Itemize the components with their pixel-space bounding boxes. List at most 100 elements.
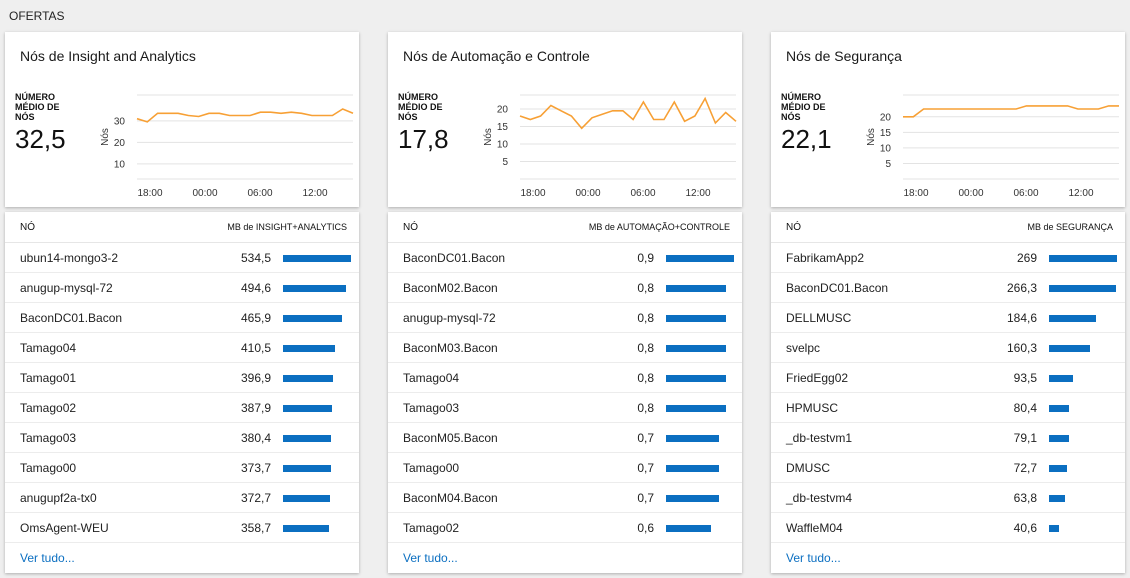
value-bar	[1049, 285, 1116, 292]
table-row[interactable]: Tamago02 0,6	[388, 513, 742, 543]
node-name: _db-testvm1	[786, 431, 853, 445]
table-row[interactable]: _db-testvm1 79,1	[771, 423, 1125, 453]
x-tick-label: 18:00	[137, 188, 162, 199]
table-row[interactable]: HPMUSC 80,4	[771, 393, 1125, 423]
table-row[interactable]: Tamago02 387,9	[5, 393, 359, 423]
x-tick-label: 12:00	[1068, 188, 1093, 199]
table-row[interactable]: FabrikamApp2 269	[771, 243, 1125, 273]
table-row[interactable]: Tamago00 373,7	[5, 453, 359, 483]
node-value: 79,1	[1013, 431, 1037, 445]
node-name: BaconDC01.Bacon	[20, 311, 123, 325]
y-tick-label: 5	[885, 159, 891, 170]
node-name: Tamago03	[20, 431, 77, 445]
y-tick-label: 15	[497, 122, 509, 133]
table-row[interactable]: FriedEgg02 93,5	[771, 363, 1125, 393]
value-bar	[666, 345, 726, 352]
trend-chart: 5 10 15 20 Nós 18:00 00:00 06:00 12:00	[483, 94, 737, 199]
table-row[interactable]: OmsAgent-WEU 358,7	[5, 513, 359, 543]
x-tick-label: 00:00	[192, 188, 217, 199]
y-axis-label: Nós	[483, 128, 494, 146]
node-name: _db-testvm4	[786, 491, 853, 505]
table-row[interactable]: Tamago03 380,4	[5, 423, 359, 453]
table-row[interactable]: BaconDC01.Bacon 266,3	[771, 273, 1125, 303]
table-row[interactable]: svelpc 160,3	[771, 333, 1125, 363]
table-row[interactable]: DELLMUSC 184,6	[771, 303, 1125, 333]
node-name: WaffleM04	[786, 521, 843, 535]
node-value: 0,7	[637, 431, 654, 445]
node-value: 465,9	[240, 311, 271, 325]
nodes-table-card: NÓ MB de SEGURANÇA FabrikamApp2 269 BaconDC0…	[771, 212, 1125, 573]
summary-tile[interactable]: Nós de Segurança NÚMERO MÉDIO DE NÓS 22,1 5…	[771, 32, 1125, 207]
table-row[interactable]: BaconM05.Bacon 0,7	[388, 423, 742, 453]
node-value: 72,7	[1013, 461, 1037, 475]
node-value: 0,8	[637, 281, 654, 295]
table-header: NÓ MB de INSIGHT+ANALYTICS	[5, 212, 359, 243]
x-tick-label: 00:00	[958, 188, 983, 199]
table-row[interactable]: Tamago03 0,8	[388, 393, 742, 423]
column-header-mb: MB de INSIGHT+ANALYTICS	[227, 222, 347, 232]
metric-label: NÚMERO MÉDIO DE NÓS	[398, 92, 443, 122]
node-value: 396,9	[240, 371, 271, 385]
node-value: 40,6	[1013, 521, 1037, 535]
see-all-link[interactable]: Ver tudo...	[786, 551, 841, 565]
summary-tile[interactable]: Nós de Insight and Analytics NÚMERO MÉDIO…	[5, 32, 359, 207]
tile-title: Nós de Automação e Controle	[403, 48, 590, 64]
table-row[interactable]: ubun14-mongo3-2 534,5	[5, 243, 359, 273]
node-name: Tamago00	[403, 461, 460, 475]
tile-title: Nós de Insight and Analytics	[20, 48, 196, 64]
value-bar	[283, 345, 335, 352]
x-tick-label: 18:00	[903, 188, 928, 199]
table-row[interactable]: WaffleM04 40,6	[771, 513, 1125, 543]
table-row[interactable]: BaconDC01.Bacon 0,9	[388, 243, 742, 273]
node-name: Tamago04	[20, 341, 77, 355]
node-value: 0,7	[637, 491, 654, 505]
node-name: Tamago03	[403, 401, 460, 415]
table-row[interactable]: anugup-mysql-72 0,8	[388, 303, 742, 333]
table-row[interactable]: BaconM04.Bacon 0,7	[388, 483, 742, 513]
see-all-link[interactable]: Ver tudo...	[403, 551, 458, 565]
offering-column: Nós de Automação e Controle NÚMERO MÉDIO …	[388, 32, 742, 573]
value-bar	[666, 495, 719, 502]
node-value: 63,8	[1013, 491, 1037, 505]
node-name: BaconM04.Bacon	[403, 491, 498, 505]
metric-value: 17,8	[398, 124, 449, 154]
y-tick-label: 20	[114, 138, 126, 149]
table-row[interactable]: Tamago04 0,8	[388, 363, 742, 393]
node-value: 0,8	[637, 311, 654, 325]
node-name: BaconM02.Bacon	[403, 281, 498, 295]
table-row[interactable]: BaconM03.Bacon 0,8	[388, 333, 742, 363]
table-row[interactable]: anugupf2a-tx0 372,7	[5, 483, 359, 513]
x-tick-label: 12:00	[302, 188, 327, 199]
table-row[interactable]: DMUSC 72,7	[771, 453, 1125, 483]
node-name: HPMUSC	[786, 401, 839, 415]
y-tick-label: 10	[114, 159, 126, 170]
node-name: anugup-mysql-72	[403, 311, 496, 325]
node-value: 373,7	[240, 461, 271, 475]
y-tick-label: 20	[497, 105, 509, 116]
node-name: svelpc	[786, 341, 821, 355]
table-row[interactable]: BaconDC01.Bacon 465,9	[5, 303, 359, 333]
x-tick-label: 06:00	[630, 188, 655, 199]
node-name: Tamago02	[20, 401, 77, 415]
summary-tile[interactable]: Nós de Automação e Controle NÚMERO MÉDIO …	[388, 32, 742, 207]
value-bar	[283, 435, 331, 442]
column-header-mb: MB de SEGURANÇA	[1027, 222, 1113, 232]
value-bar	[283, 405, 332, 412]
x-tick-label: 12:00	[685, 188, 710, 199]
table-row[interactable]: BaconM02.Bacon 0,8	[388, 273, 742, 303]
y-tick-label: 20	[880, 112, 892, 123]
table-row[interactable]: _db-testvm4 63,8	[771, 483, 1125, 513]
table-row[interactable]: Tamago00 0,7	[388, 453, 742, 483]
node-name: DMUSC	[786, 461, 830, 475]
node-value: 269	[1016, 251, 1037, 265]
value-bar	[1049, 465, 1067, 472]
table-row[interactable]: Tamago01 396,9	[5, 363, 359, 393]
value-bar	[666, 375, 726, 382]
see-all-link[interactable]: Ver tudo...	[20, 551, 75, 565]
table-header: NÓ MB de AUTOMAÇÃO+CONTROLE	[388, 212, 742, 243]
value-bar	[666, 285, 726, 292]
table-row[interactable]: anugup-mysql-72 494,6	[5, 273, 359, 303]
table-row[interactable]: Tamago04 410,5	[5, 333, 359, 363]
node-value: 93,5	[1013, 371, 1037, 385]
node-name: Tamago04	[403, 371, 460, 385]
